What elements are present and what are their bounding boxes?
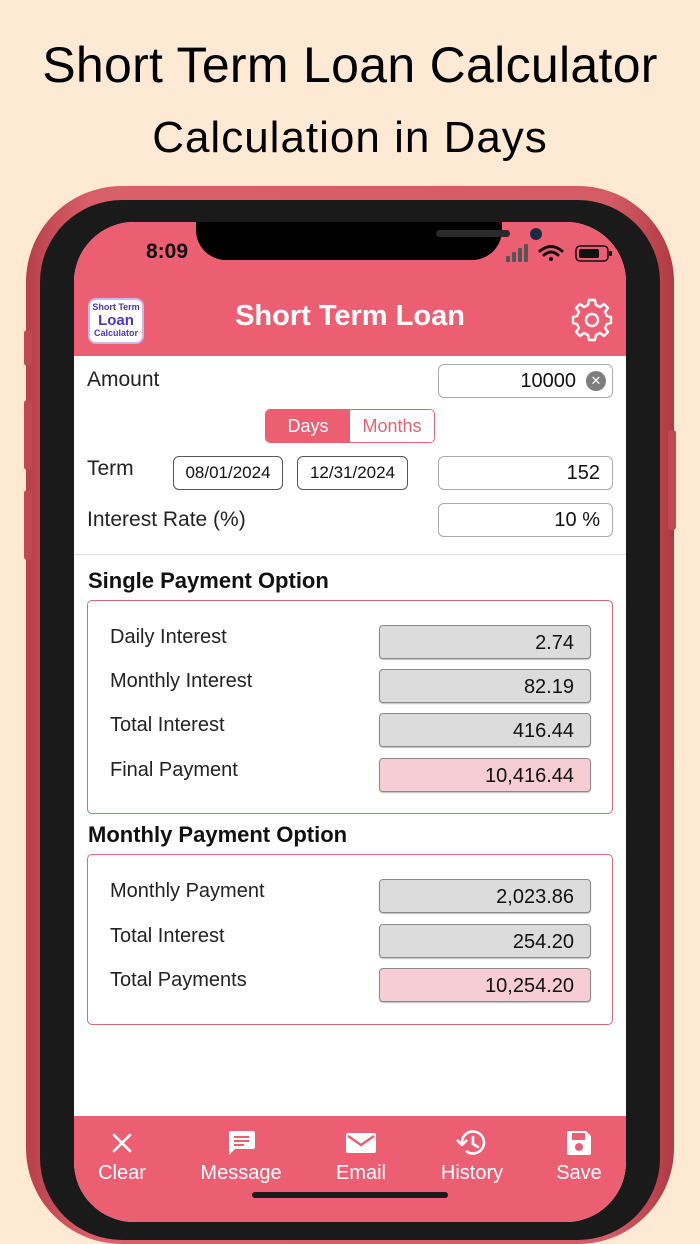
status-icons	[506, 242, 616, 269]
bottom-toolbar: Clear Message Email History Save	[74, 1116, 626, 1222]
monthly-payment-title: Monthly Payment Option	[88, 822, 348, 847]
signal-icon	[506, 244, 528, 262]
final-payment-value: 10,416.44	[379, 758, 591, 792]
close-icon	[88, 1126, 156, 1160]
clear-label: Clear	[98, 1162, 146, 1184]
header-title: Short Term Loan	[235, 300, 465, 332]
message-icon	[191, 1126, 291, 1160]
daily-interest-value: 2.74	[379, 625, 591, 659]
phone-volume-down	[24, 490, 32, 560]
phone-power-button	[668, 430, 676, 530]
total-payments-label: Total Payments	[110, 969, 247, 991]
message-label: Message	[200, 1162, 282, 1184]
single-payment-title: Single Payment Option	[88, 568, 329, 593]
divider	[74, 554, 626, 555]
segment-days[interactable]: Days	[266, 410, 350, 442]
interest-rate-label: Interest Rate (%)	[87, 508, 246, 531]
app-screen: 8:09 Short Term Loan Calculator Short Te…	[74, 222, 626, 1222]
history-label: History	[440, 1162, 504, 1184]
status-time: 8:09	[146, 240, 189, 263]
term-days-input[interactable]: 152	[438, 456, 613, 490]
save-button[interactable]: Save	[550, 1126, 608, 1185]
email-icon	[326, 1126, 396, 1160]
start-date-picker[interactable]: 08/01/2024	[173, 456, 283, 490]
home-indicator	[252, 1192, 448, 1198]
phone-volume-up	[24, 400, 32, 470]
term-label: Term	[87, 457, 134, 480]
final-payment-label: Final Payment	[110, 759, 238, 781]
term-unit-segmented-control: Days Months	[265, 409, 435, 443]
daily-interest-label: Daily Interest	[110, 626, 227, 648]
interest-rate-input[interactable]: 10 %	[438, 503, 613, 537]
monthly-total-interest-label: Total Interest	[110, 925, 225, 947]
monthly-interest-value: 82.19	[379, 669, 591, 703]
clear-button[interactable]: Clear	[88, 1126, 156, 1185]
promo-subtitle: Calculation in Days	[152, 113, 548, 162]
email-button[interactable]: Email	[326, 1126, 396, 1185]
speaker	[436, 230, 510, 237]
amount-label: Amount	[87, 368, 160, 391]
single-payment-card: Daily Interest 2.74 Monthly Interest 82.…	[87, 600, 613, 814]
total-interest-label: Total Interest	[110, 714, 225, 736]
monthly-payment-value: 2,023.86	[379, 879, 591, 913]
notch	[196, 222, 542, 260]
total-interest-value: 416.44	[379, 713, 591, 747]
wifi-icon	[538, 245, 564, 261]
battery-icon	[575, 245, 612, 262]
monthly-payment-card: Monthly Payment 2,023.86 Total Interest …	[87, 854, 613, 1025]
monthly-interest-label: Monthly Interest	[110, 670, 253, 692]
monthly-total-interest-value: 254.20	[379, 924, 591, 958]
save-icon	[550, 1126, 608, 1160]
segment-months[interactable]: Months	[350, 410, 434, 442]
phone-mute-switch	[24, 330, 32, 366]
total-payments-value: 10,254.20	[379, 968, 591, 1002]
promo-title: Short Term Loan Calculator	[42, 37, 658, 93]
end-date-picker[interactable]: 12/31/2024	[297, 456, 408, 490]
settings-gear-icon[interactable]	[570, 298, 614, 342]
monthly-payment-label: Monthly Payment	[110, 880, 265, 902]
message-button[interactable]: Message	[191, 1126, 291, 1185]
email-label: Email	[335, 1162, 386, 1184]
front-camera	[530, 228, 542, 240]
history-button[interactable]: History	[430, 1126, 514, 1185]
clear-amount-icon[interactable]: ✕	[586, 371, 606, 391]
history-icon	[430, 1126, 514, 1160]
save-label: Save	[556, 1162, 602, 1184]
